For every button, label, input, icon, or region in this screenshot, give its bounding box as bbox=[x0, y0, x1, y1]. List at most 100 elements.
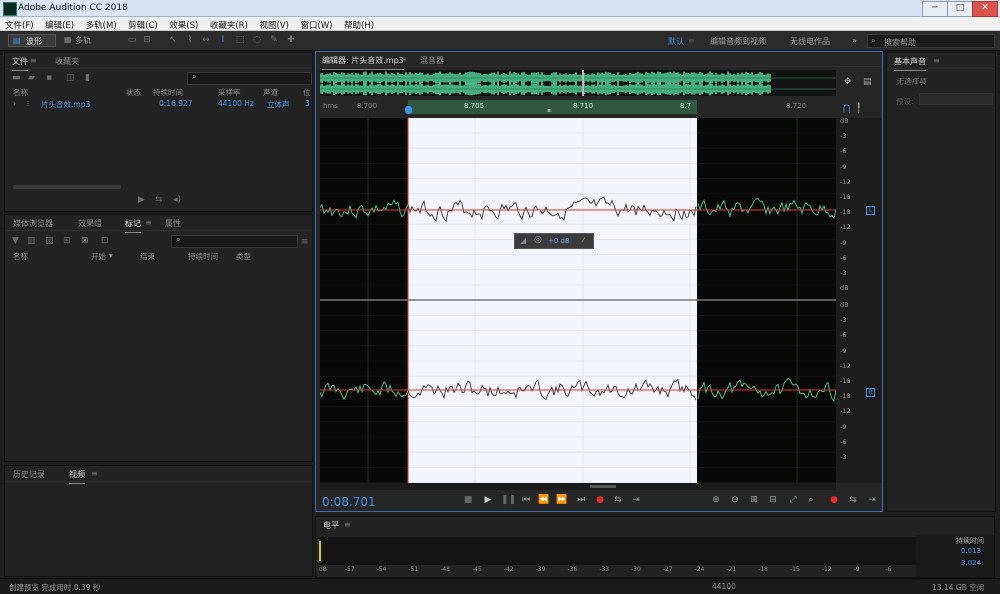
zoom-full-icon[interactable]: ⤢ bbox=[787, 494, 799, 506]
next-icon[interactable]: ⏭ bbox=[575, 494, 587, 506]
spot-healing-tool-icon[interactable]: ✚ bbox=[285, 35, 297, 46]
marquee-tool-icon[interactable]: ⬚ bbox=[234, 35, 246, 46]
playlist-icon[interactable]: ⊠ bbox=[81, 236, 89, 246]
zoom-in-time-icon[interactable]: ⊞ bbox=[748, 494, 760, 506]
zoom-out-amplitude-icon[interactable]: ⊖ bbox=[729, 494, 741, 506]
menu-help[interactable]: 帮助(H) bbox=[339, 17, 378, 31]
col-status[interactable]: 状态 bbox=[126, 87, 141, 98]
col-start[interactable]: 开始 bbox=[91, 251, 106, 262]
scroll-thumb[interactable] bbox=[590, 485, 616, 488]
open-file-icon[interactable]: ▬ bbox=[12, 73, 21, 83]
editor-scrollbar[interactable] bbox=[320, 483, 836, 490]
lasso-tool-icon[interactable]: ◌ bbox=[251, 35, 263, 46]
overview-navigator[interactable] bbox=[319, 70, 836, 96]
tab-mixer[interactable]: 混音器 bbox=[420, 55, 444, 66]
horizontal-scrollbar[interactable] bbox=[13, 185, 121, 189]
tab-editor[interactable]: 编辑器: 片头音效.mp3 bbox=[322, 55, 404, 70]
selection-range-bar[interactable] bbox=[408, 100, 697, 114]
waveform-view-button[interactable]: ▤ 波形 bbox=[8, 34, 56, 47]
col-type[interactable]: 类型 bbox=[236, 251, 251, 262]
delete-marker-icon[interactable]: ▥ bbox=[27, 236, 36, 246]
menu-window[interactable]: 窗口(W) bbox=[295, 17, 336, 31]
channel-right-toggle[interactable]: R bbox=[866, 388, 875, 397]
export-marker-icon[interactable]: ⊞ bbox=[63, 236, 71, 246]
selection-duration-1[interactable]: 0.013 bbox=[961, 547, 981, 555]
multitrack-view-button[interactable]: ▦ 多轨 bbox=[60, 34, 108, 47]
pause-icon[interactable]: ❚❚ bbox=[501, 494, 516, 506]
tab-files[interactable]: 文件 bbox=[12, 56, 28, 71]
rewind-icon[interactable]: ⏪ bbox=[538, 494, 550, 506]
merge-marker-icon[interactable]: ▧ bbox=[45, 236, 54, 246]
autoplay-icon[interactable]: ◂) bbox=[173, 195, 181, 205]
marker-pin-icon[interactable]: ╿ bbox=[856, 104, 861, 114]
playhead-handle[interactable] bbox=[405, 106, 412, 114]
tab-properties[interactable]: 属性 bbox=[165, 218, 181, 229]
loop-icon-2[interactable]: ⇆ bbox=[847, 494, 859, 506]
workspace-edit-audio-to-video[interactable]: 编辑音频到视频 bbox=[710, 36, 766, 47]
import-file-icon[interactable]: ▰ bbox=[28, 73, 35, 83]
more-workspaces-button[interactable]: » bbox=[852, 36, 857, 45]
new-file-icon[interactable]: ▪ bbox=[46, 73, 52, 83]
fast-forward-icon[interactable]: ⏩ bbox=[556, 494, 568, 506]
stop-icon[interactable]: ■ bbox=[462, 494, 474, 506]
volume-hud[interactable]: ◢ ◎ +0 dB ⁄ bbox=[514, 233, 594, 249]
delete-icon[interactable]: ▮ bbox=[85, 73, 90, 83]
pin-icon[interactable]: ⁄ bbox=[583, 236, 584, 244]
tab-effects-rack[interactable]: 效果组 bbox=[78, 218, 102, 229]
menu-edit[interactable]: 编辑(E) bbox=[40, 17, 78, 31]
previous-icon[interactable]: ⏮ bbox=[520, 494, 532, 506]
col-duration[interactable]: 持续时间 bbox=[188, 251, 218, 262]
record-icon-2[interactable]: ● bbox=[828, 494, 840, 506]
play-icon[interactable]: ▶ bbox=[138, 195, 145, 205]
frequency-view-icon[interactable]: ⊟ bbox=[141, 35, 153, 46]
razor-tool-icon[interactable]: ⌇ bbox=[184, 35, 196, 46]
preset-dropdown[interactable] bbox=[919, 93, 993, 105]
zoom-selection-icon[interactable]: ⌕ bbox=[805, 494, 817, 506]
menu-clip[interactable]: 剪辑(C) bbox=[123, 17, 162, 31]
table-row[interactable]: › ⫶ 片头音效.mp3 0:16.927 44100 Hz 立体声 3 bbox=[5, 99, 312, 110]
insert-icon[interactable]: ◫ bbox=[66, 73, 75, 83]
selection-duration-2[interactable]: 3.024 bbox=[961, 559, 981, 567]
col-name[interactable]: 名称 bbox=[13, 87, 28, 98]
menu-view[interactable]: 视图(V) bbox=[254, 17, 292, 31]
col-end[interactable]: 结束 bbox=[140, 251, 155, 262]
brush-tool-icon[interactable]: ✎ bbox=[268, 35, 280, 46]
files-search-input[interactable]: ⌕ bbox=[187, 72, 312, 85]
close-button[interactable]: ✕ bbox=[972, 1, 998, 17]
scroll-grip-icon[interactable]: ▪ bbox=[547, 107, 551, 114]
col-duration[interactable]: 持续时间 bbox=[153, 87, 183, 98]
slip-tool-icon[interactable]: ↔ bbox=[200, 35, 212, 46]
col-bits[interactable]: 位 bbox=[303, 87, 311, 98]
add-marker-icon[interactable]: ▼ bbox=[12, 236, 19, 246]
markers-search-input[interactable]: ⌕ bbox=[171, 235, 298, 248]
move-tool-icon[interactable]: ↖ bbox=[167, 35, 179, 46]
workspace-radio-production[interactable]: 无线电作品 bbox=[790, 36, 830, 47]
help-search-input[interactable]: ⌕ 搜索帮助 bbox=[867, 34, 995, 48]
col-sample-rate[interactable]: 采样率 bbox=[218, 87, 241, 98]
minimize-button[interactable]: ─ bbox=[922, 1, 948, 17]
zoom-navigator-icon[interactable]: ✥ bbox=[844, 77, 852, 87]
menu-favorites[interactable]: 收藏夹(R) bbox=[205, 17, 252, 31]
channel-left-toggle[interactable]: L bbox=[866, 206, 875, 215]
time-selection-tool-icon[interactable]: I bbox=[217, 35, 229, 46]
workspace-default[interactable]: 默认 bbox=[668, 36, 684, 47]
tab-video[interactable]: 视频 bbox=[69, 469, 85, 484]
zoom-out-time-icon[interactable]: ⊟ bbox=[767, 494, 779, 506]
zoom-in-amplitude-icon[interactable]: ⊕ bbox=[710, 494, 722, 506]
loop-playback-icon[interactable]: ⇆ bbox=[612, 494, 624, 506]
menu-effects[interactable]: 效果(S) bbox=[164, 17, 202, 31]
volume-knob-icon[interactable]: ◎ bbox=[534, 235, 542, 245]
play-icon[interactable]: ▶ bbox=[482, 494, 494, 506]
tab-favorites[interactable]: 收藏夹 bbox=[55, 56, 79, 67]
skip-icon-2[interactable]: ⇥ bbox=[866, 494, 878, 506]
record-icon[interactable]: ● bbox=[594, 494, 606, 506]
tab-history[interactable]: 历史记录 bbox=[13, 469, 45, 480]
expand-icon[interactable]: › bbox=[13, 99, 16, 108]
spectral-view-icon[interactable]: ▭ bbox=[126, 35, 138, 46]
meter-menu-icon[interactable]: ≡ bbox=[344, 520, 351, 529]
maximize-button[interactable]: □ bbox=[947, 1, 973, 17]
col-name[interactable]: 名称 bbox=[13, 251, 28, 262]
snap-icon[interactable]: ⋂ bbox=[843, 104, 850, 114]
skip-selection-icon[interactable]: ⇥ bbox=[630, 494, 642, 506]
menu-multitrack[interactable]: 多轨(M) bbox=[81, 17, 121, 31]
